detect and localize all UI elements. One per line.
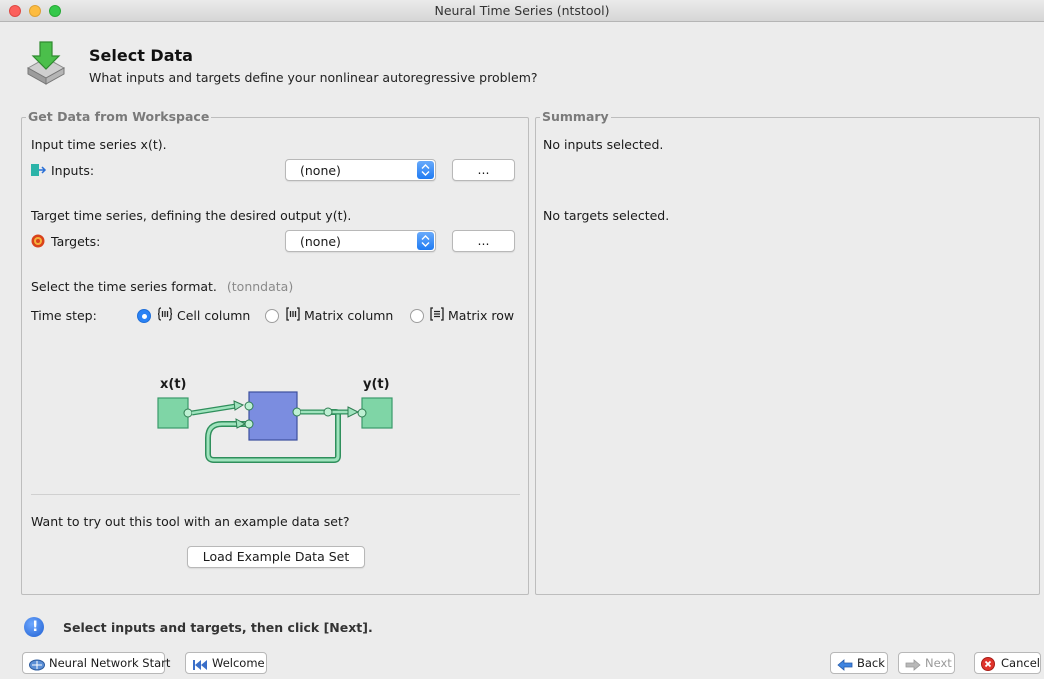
ntstool-window: Neural Time Series (ntstool) Select Data… (0, 0, 1044, 679)
targets-browse-button[interactable]: ... (452, 230, 515, 252)
cell-column-icon (157, 307, 173, 321)
back-button[interactable]: Back (830, 652, 888, 674)
matrix-column-icon (286, 307, 300, 321)
inputs-label: Inputs: (51, 163, 95, 178)
back-arrow-icon (837, 657, 853, 677)
cancel-button[interactable]: Cancel (974, 652, 1041, 674)
summary-groupbox: Summary (535, 109, 1040, 595)
select-data-icon (22, 38, 70, 86)
info-icon: ! (24, 617, 44, 637)
matrix-row-icon (430, 307, 444, 321)
example-prompt: Want to try out this tool with an exampl… (31, 514, 350, 529)
inputs-icon (31, 164, 47, 176)
page-title: Select Data (89, 46, 193, 65)
timestep-label: Time step: (31, 308, 97, 323)
targets-icon (31, 234, 45, 248)
cell-column-label: Cell column (177, 308, 251, 323)
radio-matrix-row[interactable] (410, 309, 424, 323)
status-message: Select inputs and targets, then click [N… (63, 620, 373, 635)
select-chevron-icon (417, 232, 434, 250)
neural-network-start-button[interactable]: Neural Network Start (22, 652, 170, 677)
inputs-select[interactable]: (none) (285, 159, 436, 181)
window-title: Neural Time Series (ntstool) (434, 3, 610, 18)
matrix-row-label: Matrix row (448, 308, 515, 323)
network-diagram (157, 391, 393, 463)
target-description: Target time series, defining the desired… (31, 208, 352, 223)
separator (31, 494, 520, 495)
format-description: Select the time series format. (tonndata… (31, 279, 293, 294)
inputs-browse-button[interactable]: ... (452, 159, 515, 181)
targets-label: Targets: (51, 234, 101, 249)
back-label: Back (857, 656, 885, 670)
page-subtitle: What inputs and targets define your nonl… (89, 70, 538, 85)
welcome-button[interactable]: Welcome (185, 652, 267, 674)
targets-select[interactable]: (none) (285, 230, 436, 252)
inputs-select-value: (none) (300, 163, 341, 178)
title-bar: Neural Time Series (ntstool) (0, 0, 1044, 22)
next-arrow-icon (905, 657, 921, 677)
first-page-icon (192, 657, 208, 677)
cancel-label: Cancel (1001, 656, 1040, 670)
format-description-text: Select the time series format. (31, 279, 217, 294)
select-chevron-icon (417, 161, 434, 179)
summary-inputs-status: No inputs selected. (543, 137, 664, 152)
welcome-label: Welcome (212, 656, 265, 670)
neural-network-start-label: Neural Network Start (49, 656, 171, 670)
cancel-icon (981, 657, 995, 677)
summary-group-title: Summary (540, 109, 611, 124)
format-hint: (tonndata) (226, 279, 294, 294)
load-example-data-button[interactable]: Load Example Data Set (187, 546, 365, 568)
matrix-column-label: Matrix column (304, 308, 394, 323)
radio-matrix-column[interactable] (265, 309, 279, 323)
next-button[interactable]: Next (898, 652, 955, 674)
summary-targets-status: No targets selected. (543, 208, 670, 223)
next-label: Next (925, 656, 952, 670)
workspace-group-title: Get Data from Workspace (26, 109, 212, 124)
neural-network-icon (29, 657, 45, 677)
input-description: Input time series x(t). (31, 137, 167, 152)
targets-select-value: (none) (300, 234, 341, 249)
radio-cell-column[interactable] (137, 309, 151, 323)
